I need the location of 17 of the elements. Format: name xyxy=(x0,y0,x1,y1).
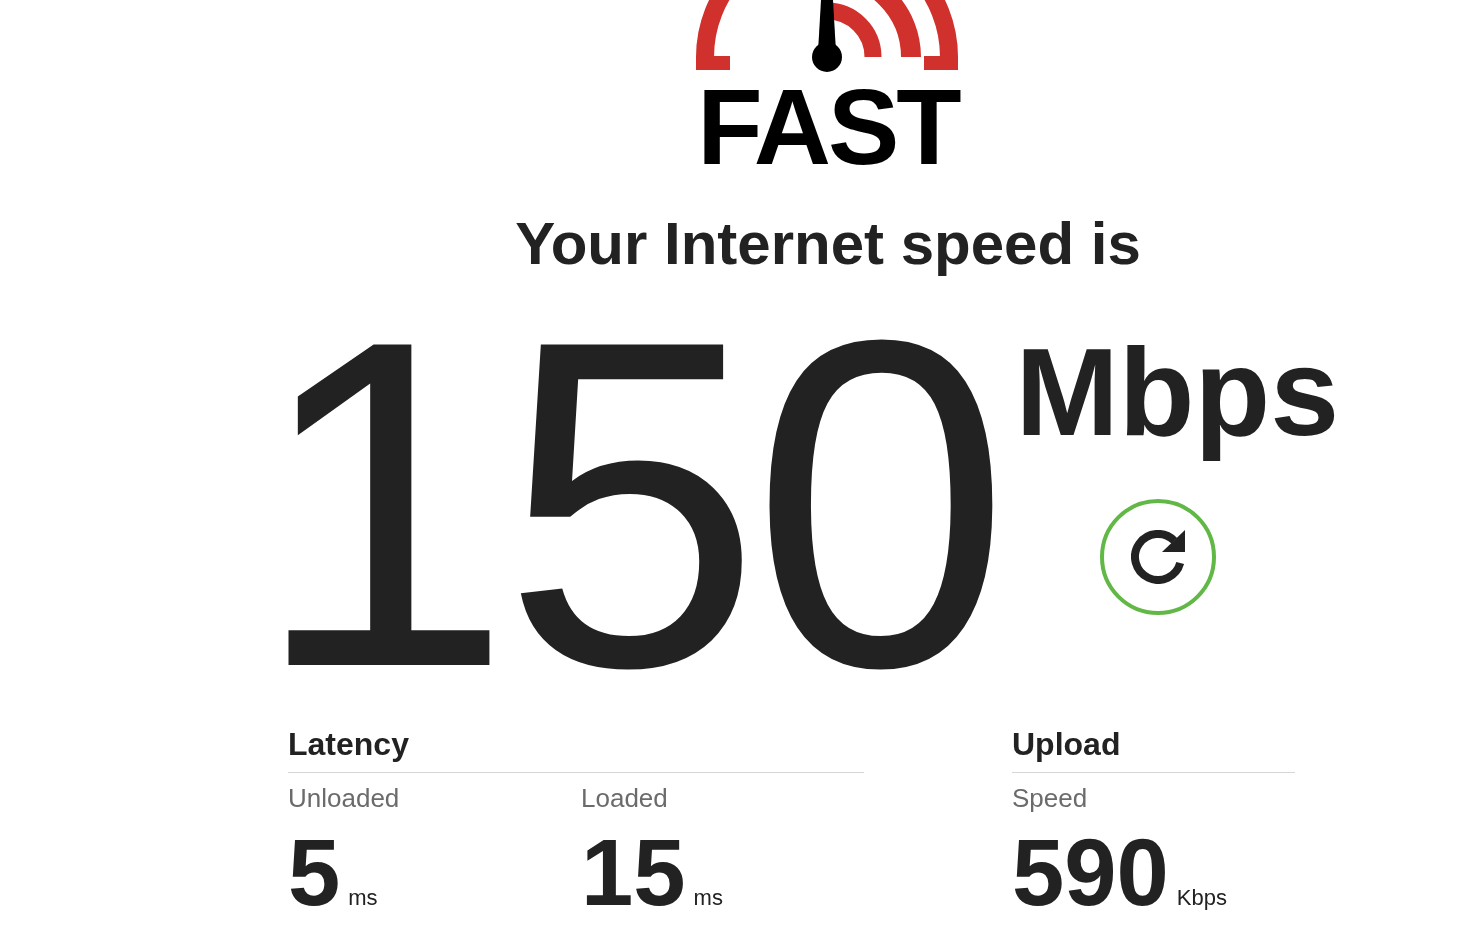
metric-label: Unloaded xyxy=(288,783,400,814)
section-title: Latency xyxy=(288,725,409,763)
metric-unit: ms xyxy=(348,885,378,911)
metric-value: 590 xyxy=(1012,826,1169,920)
speed-value: 150 xyxy=(253,317,1001,690)
metric-value: 5 xyxy=(288,826,341,920)
metric-label: Loaded xyxy=(581,783,668,814)
metric-value: 15 xyxy=(581,826,686,920)
metric-label: Speed xyxy=(1012,783,1088,814)
logo-text: FAST xyxy=(697,74,959,181)
metric-unit: Kbps xyxy=(1176,885,1227,911)
section-title: Upload xyxy=(1012,725,1121,763)
refresh-icon xyxy=(1130,530,1185,584)
speed-unit: Mbps xyxy=(1015,322,1340,462)
speed-heading: Your Internet speed is xyxy=(515,214,1141,274)
speedometer-logo-icon xyxy=(695,0,961,72)
metric-unit: ms xyxy=(693,885,723,911)
